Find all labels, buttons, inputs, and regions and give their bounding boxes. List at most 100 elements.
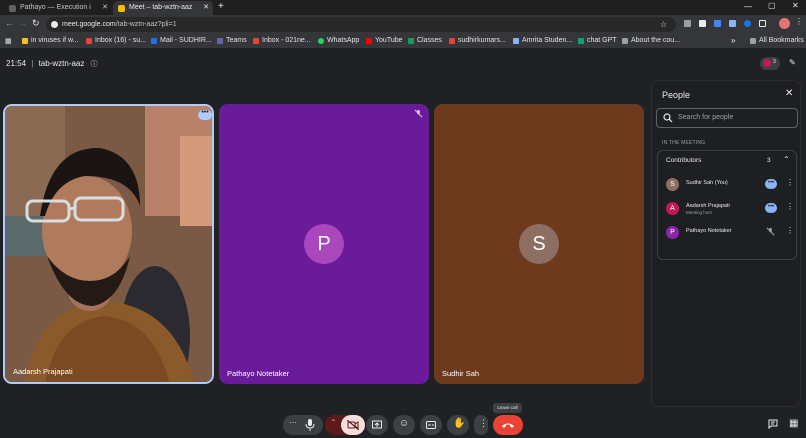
participant-name: Aadarsh Prajapati — [686, 203, 730, 209]
bookmark-item[interactable]: Inbox (16) - su... — [86, 34, 146, 48]
more-options-icon[interactable]: ⋮ — [786, 226, 794, 235]
meeting-info: 21:54 | tab-wztn-aaz ⓘ — [6, 59, 98, 69]
more-audio-options-icon[interactable]: ··· — [289, 418, 297, 427]
bookmark-item[interactable]: Mail - SUDHIR... — [151, 34, 212, 48]
bookmark-label: About the cou... — [631, 37, 681, 44]
extension-icon[interactable] — [684, 20, 691, 27]
docs-extension-icon[interactable] — [729, 20, 736, 27]
apps-grid-icon[interactable]: ▦ — [5, 37, 12, 45]
window-close-icon[interactable]: ✕ — [792, 1, 799, 10]
bookmark-star-icon[interactable]: ☆ — [660, 17, 667, 32]
avatar: P — [304, 224, 344, 264]
participant-row[interactable]: A Aadarsh Prajapati Meeting host ••• ⋮ — [666, 200, 796, 220]
meet-favicon-icon — [118, 5, 125, 12]
close-icon[interactable]: ✕ — [203, 1, 209, 15]
browser-tab-bar: Pathayo — Execution i ✕ Meet – tab-wztn-… — [0, 0, 806, 15]
bookmark-item[interactable]: sudhirkumars... — [449, 34, 506, 48]
bookmark-item[interactable]: WhatsApp — [318, 34, 359, 48]
bookmark-item[interactable]: YouTube — [366, 34, 403, 48]
url-path: /tab-wztn-aaz?pli=1 — [115, 21, 177, 28]
address-bar[interactable]: meet.google.com/tab-wztn-aaz?pli=1 ☆ — [46, 17, 676, 32]
bookmark-item[interactable]: in viruses if w... — [22, 34, 78, 48]
camera-control-group: ⌃ — [325, 415, 365, 435]
teams-icon — [217, 38, 223, 44]
contributors-count: 3 — [767, 157, 771, 164]
bookmark-label: All Bookmarks — [759, 37, 804, 44]
whatsapp-icon — [318, 38, 324, 44]
bookmark-item[interactable]: Teams — [217, 34, 247, 48]
bookmark-label: Amrita Studen... — [522, 37, 573, 44]
contributors-group[interactable]: Contributors 3 ⌃ S Sudhir Sah (You) ••• … — [657, 150, 797, 260]
close-panel-icon[interactable]: ✕ — [785, 88, 793, 99]
chat-icon[interactable] — [768, 419, 778, 429]
raise-hand-button[interactable]: ✋ — [447, 415, 469, 435]
captions-button[interactable] — [420, 415, 442, 435]
chrome-menu-icon[interactable]: ⋮ — [795, 17, 803, 26]
participant-name: Aadarsh Prajapati — [13, 367, 73, 376]
new-tab-button[interactable]: + — [218, 1, 224, 12]
gmail-icon — [449, 38, 455, 44]
bookmark-item[interactable]: Amrita Studen... — [513, 34, 572, 48]
back-icon[interactable]: ← — [5, 18, 14, 28]
forward-icon[interactable]: → — [18, 18, 27, 28]
bookmark-item[interactable]: Classes — [408, 34, 442, 48]
phone-hangup-icon — [502, 423, 514, 428]
more-bookmarks-icon[interactable]: » — [731, 36, 735, 45]
translate-extension-icon[interactable] — [714, 20, 721, 27]
bookmark-item[interactable]: chat GPT — [578, 34, 617, 48]
maximize-icon[interactable]: ▢ — [768, 1, 776, 10]
video-tile-sudhir[interactable]: S Sudhir Sah — [434, 104, 644, 384]
account-extension-icon[interactable] — [744, 20, 751, 27]
video-tile-aadarsh[interactable]: ••• Aadarsh Prajapati — [3, 104, 214, 384]
minimize-icon[interactable]: — — [744, 2, 752, 11]
chevron-up-icon[interactable]: ⌃ — [330, 418, 337, 427]
all-bookmarks[interactable]: All Bookmarks — [750, 34, 804, 48]
participant-row[interactable]: P Pathayo Notetaker ⋮ — [666, 224, 796, 244]
tab-pathayo[interactable]: Pathayo — Execution i ✕ — [4, 1, 112, 15]
tab-meet[interactable]: Meet – tab-wztn-aaz ✕ — [113, 1, 213, 15]
participant-row[interactable]: S Sudhir Sah (You) ••• ⋮ — [666, 176, 796, 196]
site-info-icon[interactable] — [51, 21, 58, 28]
meeting-time: 21:54 — [6, 59, 27, 68]
mic-muted-icon — [766, 227, 775, 236]
pin-icon[interactable]: ✎ — [789, 58, 796, 67]
tile-more-options-button[interactable]: ••• — [198, 109, 212, 120]
more-options-icon[interactable]: ⋮ — [786, 202, 794, 211]
panel-title: People — [662, 90, 691, 100]
page-icon — [622, 38, 628, 44]
leave-call-tooltip: Leave call — [493, 403, 522, 413]
camera-off-button[interactable] — [341, 415, 365, 435]
classroom-icon — [408, 38, 414, 44]
activities-grid-icon[interactable]: ▦ — [789, 418, 798, 429]
bookmark-item[interactable]: Inbox - 021ne... — [253, 34, 311, 48]
info-icon[interactable]: ⓘ — [91, 61, 98, 68]
avatar: S — [666, 178, 679, 191]
extensions-puzzle-icon[interactable] — [759, 20, 766, 27]
bookmark-item[interactable]: About the cou... — [622, 34, 680, 48]
profile-avatar[interactable] — [779, 18, 790, 29]
mic-control-group: ··· — [283, 415, 323, 435]
video-tile-pathayo[interactable]: P Pathayo Notetaker — [219, 104, 429, 384]
participants-indicator[interactable]: 3 — [760, 57, 780, 70]
microphone-icon[interactable] — [305, 419, 315, 431]
folder-icon — [750, 38, 756, 44]
browser-toolbar: ← → ↻ meet.google.com/tab-wztn-aaz?pli=1… — [0, 15, 806, 34]
bookmark-label: Inbox (16) - su... — [95, 37, 146, 44]
close-icon[interactable]: ✕ — [102, 1, 108, 15]
reload-icon[interactable]: ↻ — [32, 18, 40, 29]
bookmark-label: YouTube — [375, 37, 403, 44]
more-options-icon[interactable]: ⋮ — [786, 178, 794, 187]
edit-extension-icon[interactable] — [699, 20, 706, 27]
search-input[interactable]: Search for people — [656, 108, 798, 128]
more-options-button[interactable]: ⋮ — [474, 415, 488, 435]
youtube-icon — [366, 38, 372, 44]
reactions-button[interactable]: ☺ — [393, 415, 415, 435]
meeting-code: tab-wztn-aaz — [38, 59, 85, 68]
chevron-up-icon[interactable]: ⌃ — [783, 155, 790, 164]
chatgpt-icon — [578, 38, 584, 44]
present-button[interactable] — [366, 415, 388, 435]
avatar — [763, 59, 771, 67]
participant-count: 3 — [773, 59, 776, 65]
bookmark-label: Inbox - 021ne... — [262, 37, 311, 44]
leave-call-button[interactable] — [493, 415, 523, 435]
